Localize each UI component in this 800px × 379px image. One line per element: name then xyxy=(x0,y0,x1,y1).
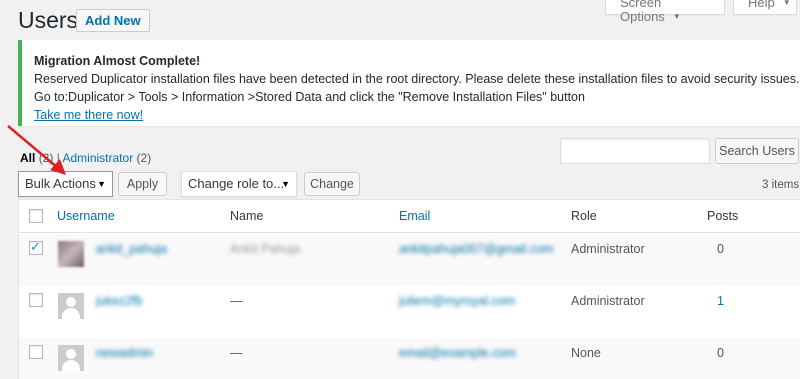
items-count: 3 items xyxy=(762,179,800,191)
search-input[interactable] xyxy=(560,138,710,164)
screen-options-label: Screen Options xyxy=(620,0,665,24)
select-all-checkbox[interactable] xyxy=(29,209,43,223)
avatar xyxy=(58,293,84,319)
row-role: Administrator xyxy=(571,242,645,256)
column-name: Name xyxy=(230,209,264,223)
caret-down-icon: ▼ xyxy=(97,179,106,189)
row-checkbox[interactable] xyxy=(29,293,43,307)
table-row: ankit_pahuja Ankit Pahuja ankitpahuja007… xyxy=(19,234,800,286)
caret-down-icon: ▼ xyxy=(281,179,290,189)
row-name: — xyxy=(230,346,243,360)
users-table: Username Name Email Role Posts ankit_pah… xyxy=(18,199,800,379)
row-posts: 0 xyxy=(717,346,724,360)
role-filter-links: All (2) | Administrator (2) xyxy=(20,151,151,165)
row-email[interactable]: juliem@myroyal.com xyxy=(399,294,515,308)
bulk-actions-value: Bulk Actions xyxy=(25,176,96,191)
change-role-value: Change role to... xyxy=(188,176,285,191)
add-new-button[interactable]: Add New xyxy=(76,9,150,32)
row-role: None xyxy=(571,346,601,360)
help-label: Help xyxy=(748,0,775,10)
bulk-actions-select[interactable]: Bulk Actions ▼ xyxy=(18,171,113,197)
row-checkbox[interactable] xyxy=(29,239,43,255)
column-posts: Posts xyxy=(707,209,739,223)
row-checkbox[interactable] xyxy=(29,345,43,359)
row-name: — xyxy=(230,294,243,308)
row-posts: 0 xyxy=(717,242,724,256)
change-button[interactable]: Change xyxy=(304,172,360,196)
notice-title: Migration Almost Complete! xyxy=(34,54,201,68)
row-username[interactable]: ankit_pahuja xyxy=(96,242,167,256)
table-row: newadmin — email@example.com None 0 xyxy=(19,338,800,379)
filter-separator: | xyxy=(56,151,60,165)
row-email[interactable]: ankitpahuja007@gmail.com xyxy=(399,242,553,256)
row-email[interactable]: email@example.com xyxy=(399,346,516,360)
screen-options-button[interactable]: Screen Options ▼ xyxy=(605,0,725,24)
page-title: Users xyxy=(18,7,79,33)
notice-line-1: Reserved Duplicator installation files h… xyxy=(34,72,800,86)
table-header: Username Name Email Role Posts xyxy=(19,200,800,233)
caret-down-icon: ▼ xyxy=(782,0,791,7)
table-row: jukez2fb — juliem@myroyal.com Administra… xyxy=(19,286,800,338)
avatar xyxy=(58,241,84,267)
row-username[interactable]: newadmin xyxy=(96,346,153,360)
caret-down-icon: ▼ xyxy=(672,12,681,21)
filter-all[interactable]: All (2) xyxy=(20,151,53,165)
migration-notice: Migration Almost Complete! Reserved Dupl… xyxy=(18,40,800,126)
column-role: Role xyxy=(571,209,597,223)
help-button[interactable]: Help ▼ xyxy=(733,0,797,15)
admin-count: (2) xyxy=(136,151,152,165)
row-name: Ankit Pahuja xyxy=(230,242,301,256)
filter-administrator[interactable]: Administrator xyxy=(63,151,134,165)
change-role-select[interactable]: Change role to... ▼ xyxy=(181,171,297,197)
take-me-there-link[interactable]: Take me there now! xyxy=(34,108,143,122)
search-users-button[interactable]: Search Users xyxy=(715,138,799,164)
row-posts-link[interactable]: 1 xyxy=(717,294,724,308)
notice-line-2: Go to:Duplicator > Tools > Information >… xyxy=(34,90,585,104)
avatar xyxy=(58,345,84,371)
row-username[interactable]: jukez2fb xyxy=(96,294,143,308)
column-email[interactable]: Email xyxy=(399,209,430,223)
row-role: Administrator xyxy=(571,294,645,308)
apply-button[interactable]: Apply xyxy=(118,172,167,196)
column-username[interactable]: Username xyxy=(57,209,115,223)
